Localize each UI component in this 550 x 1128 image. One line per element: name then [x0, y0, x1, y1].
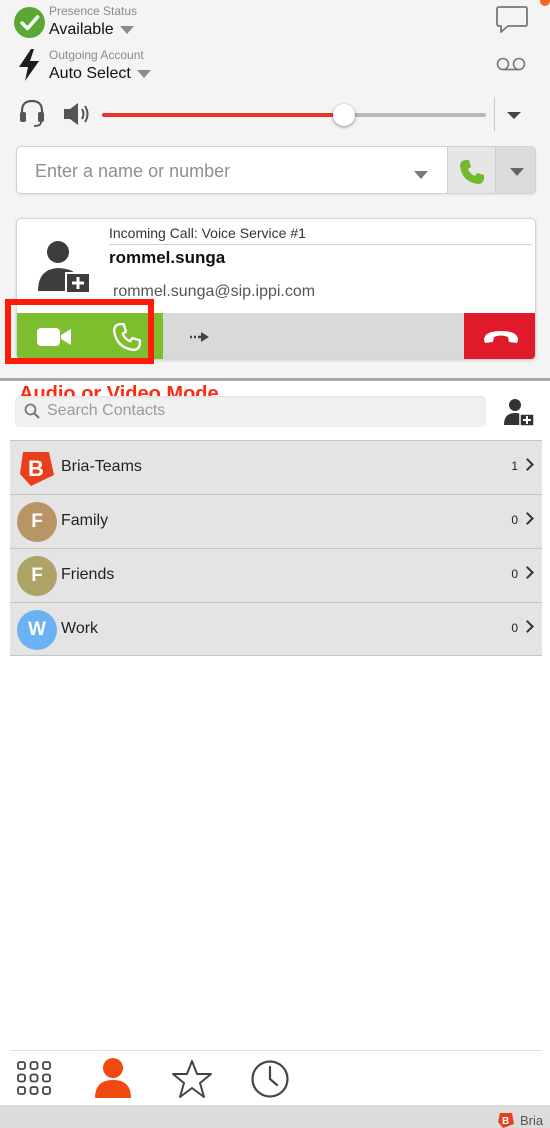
clock-icon	[251, 1060, 289, 1098]
chevron-down-icon	[119, 25, 134, 34]
avatar: F	[17, 556, 57, 596]
search-icon	[24, 403, 40, 419]
contact-group-count: 0	[511, 621, 518, 635]
check-circle-icon[interactable]	[14, 7, 45, 38]
outgoing-account-dropdown[interactable]: Auto Select	[49, 65, 151, 83]
speaker-icon[interactable]	[62, 100, 92, 128]
panel-separator	[0, 378, 550, 381]
presence-status-value: Available	[49, 21, 114, 38]
outgoing-account-value: Auto Select	[49, 65, 131, 82]
notification-dot	[540, 0, 550, 6]
contact-group-row[interactable]: W Work 0	[10, 602, 542, 656]
contact-group-count: 0	[511, 567, 518, 581]
contacts-search-box	[15, 396, 486, 427]
contacts-tab[interactable]	[93, 1056, 133, 1098]
brand-name: Bria	[520, 1113, 544, 1128]
add-contact-icon	[504, 399, 535, 427]
bottom-nav-divider	[10, 1050, 542, 1051]
chevron-down-icon	[510, 168, 524, 176]
bria-softphone-window: Presence Status Available Outgoing Accou…	[0, 0, 550, 1128]
contact-group-initial: B	[28, 456, 44, 481]
contact-group-name: Family	[61, 512, 109, 529]
presence-status-label: Presence Status	[49, 4, 138, 18]
dialpad-icon	[17, 1061, 51, 1095]
chevron-down-icon	[136, 69, 151, 78]
bria-logo-icon: B	[497, 1112, 515, 1128]
contact-group-list: B Bria-Teams 1 F Family 0 F Friends 0 W Work 0	[10, 440, 542, 656]
chat-bubble-icon[interactable]	[495, 4, 529, 36]
contact-group-name: Work	[61, 620, 99, 637]
contact-group-name: Bria-Teams	[61, 458, 142, 475]
contacts-search-input[interactable]	[47, 401, 467, 421]
headset-icon[interactable]	[18, 98, 46, 128]
contacts-icon	[95, 1058, 131, 1098]
dialer-history-dropdown[interactable]	[413, 167, 429, 179]
avatar: F	[17, 502, 57, 542]
contact-group-count: 1	[511, 459, 518, 473]
contact-group-row[interactable]: F Family 0	[10, 494, 542, 548]
lightning-icon	[16, 48, 42, 82]
phone-icon	[460, 160, 484, 184]
favorites-tab[interactable]	[171, 1059, 213, 1099]
chevron-right-icon	[521, 512, 534, 525]
volume-slider[interactable]	[102, 104, 486, 126]
add-contact-icon[interactable]	[36, 237, 92, 295]
svg-text:B: B	[502, 1116, 509, 1127]
dialer-input[interactable]	[35, 159, 395, 183]
call-options-button[interactable]	[495, 147, 535, 193]
history-tab[interactable]	[250, 1059, 290, 1099]
hang-up-icon	[484, 331, 518, 343]
chevron-right-icon	[521, 566, 534, 579]
transfer-button[interactable]	[189, 330, 211, 344]
contact-group-count: 0	[511, 513, 518, 527]
avatar: W	[17, 610, 57, 650]
add-contact-button[interactable]	[503, 397, 535, 427]
bria-teams-icon: B	[17, 448, 57, 488]
decline-call-button[interactable]	[464, 313, 535, 359]
divider	[109, 244, 532, 245]
star-icon	[172, 1060, 212, 1098]
dialer-box	[16, 146, 536, 194]
incoming-call-header: Incoming Call: Voice Service #1	[109, 225, 306, 241]
contact-group-row[interactable]: B Bria-Teams 1	[10, 440, 542, 494]
outgoing-account-label: Outgoing Account	[49, 48, 144, 62]
divider	[494, 97, 495, 131]
presence-status-dropdown[interactable]: Available	[49, 21, 134, 39]
caller-name: rommel.sunga	[109, 248, 226, 267]
volume-slider-fill	[102, 113, 344, 117]
status-bar	[0, 1105, 550, 1128]
volume-slider-thumb[interactable]	[332, 104, 355, 126]
contact-group-row[interactable]: F Friends 0	[10, 548, 542, 602]
voicemail-icon[interactable]	[495, 56, 527, 72]
transfer-arrow-icon	[190, 332, 209, 342]
contact-group-name: Friends	[61, 566, 115, 583]
chevron-right-icon	[521, 458, 534, 471]
chevron-right-icon	[521, 620, 534, 633]
dialpad-tab[interactable]	[17, 1061, 51, 1095]
call-button[interactable]	[447, 147, 495, 193]
audio-menu-button[interactable]	[506, 108, 522, 120]
annotation-highlight-box	[5, 299, 154, 364]
